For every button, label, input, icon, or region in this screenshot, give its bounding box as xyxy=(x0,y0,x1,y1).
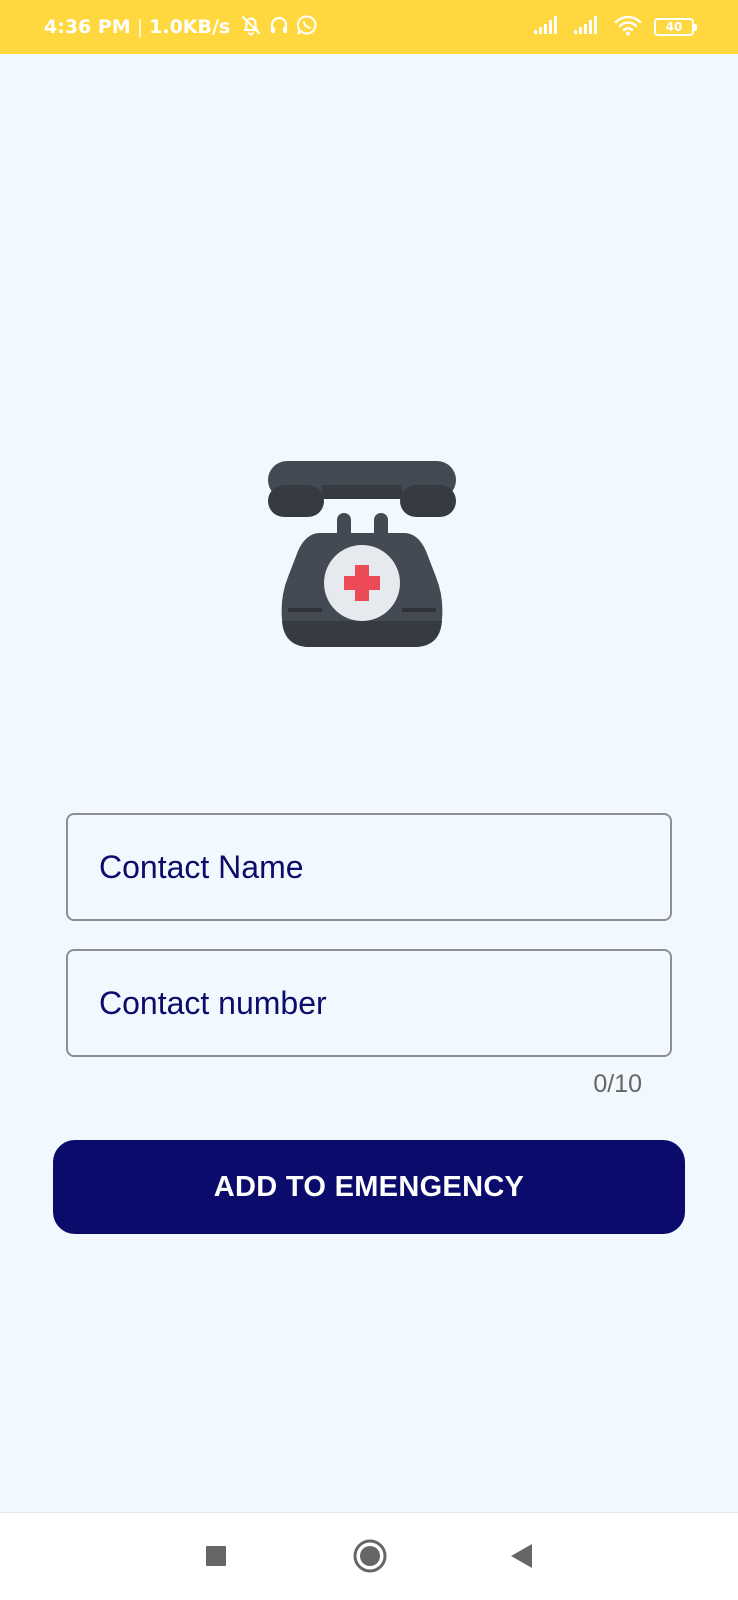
contact-number-field[interactable] xyxy=(66,949,672,1057)
headset-icon xyxy=(268,14,290,41)
status-separator: | xyxy=(136,16,144,38)
status-bar: 4:36 PM | 1.0KB/s 40 xyxy=(0,0,738,54)
add-to-emergency-button[interactable]: ADD TO EMENGENCY xyxy=(53,1140,685,1234)
home-circle-icon[interactable] xyxy=(345,1531,395,1581)
battery-level: 40 xyxy=(665,20,683,34)
status-left: 4:36 PM | 1.0KB/s xyxy=(44,14,318,41)
battery-icon: 40 xyxy=(654,18,697,36)
contact-number-input[interactable] xyxy=(97,983,670,1023)
nav-bar xyxy=(0,1512,738,1600)
signal-icon xyxy=(574,15,602,39)
status-net-speed: 1.0KB/s xyxy=(149,16,231,38)
signal-icon xyxy=(534,15,562,39)
wifi-icon xyxy=(614,14,642,41)
status-right: 40 xyxy=(534,14,697,41)
back-triangle-icon[interactable] xyxy=(496,1531,546,1581)
bell-off-icon xyxy=(240,14,262,41)
char-counter: 0/10 xyxy=(593,1070,642,1098)
recents-square-icon[interactable] xyxy=(191,1531,241,1581)
contact-name-field[interactable] xyxy=(66,813,672,921)
contact-name-input[interactable] xyxy=(97,847,670,887)
whatsapp-icon xyxy=(296,14,318,41)
emergency-phone-icon xyxy=(264,455,460,660)
status-time: 4:36 PM xyxy=(44,16,131,38)
